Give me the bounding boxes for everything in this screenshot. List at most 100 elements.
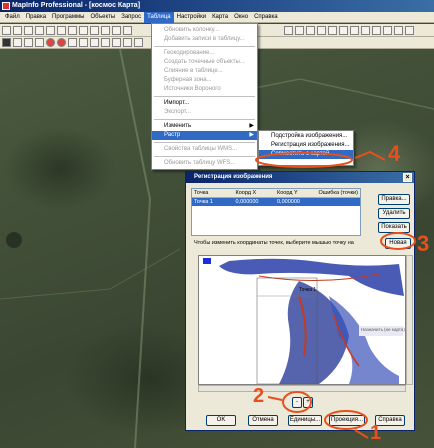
menu-edit[interactable]: Правка <box>23 12 49 23</box>
grabber-icon[interactable] <box>339 25 348 35</box>
menu-settings[interactable]: Настройки <box>174 12 209 23</box>
column-header-y[interactable]: Коорд Y <box>275 189 317 197</box>
arc-icon[interactable] <box>35 38 44 47</box>
menu-table[interactable]: Таблица <box>144 11 174 23</box>
menu-item-refresh-wfs[interactable]: Обновить таблицу WFS... <box>152 159 257 168</box>
window-title: MapInfo Professional - [космос Карта] <box>12 2 141 9</box>
delete-button[interactable]: Удалить <box>378 208 410 219</box>
map-icon[interactable] <box>101 25 110 35</box>
add-node-icon[interactable] <box>134 38 143 47</box>
paste-icon[interactable] <box>68 25 77 35</box>
menu-item-append-rows[interactable]: Добавить записи в таблицу... <box>152 35 257 44</box>
reshape-icon[interactable] <box>123 38 132 47</box>
menu-map[interactable]: Карта <box>209 12 231 23</box>
polygon-icon[interactable] <box>68 38 77 47</box>
save-icon[interactable] <box>24 25 33 35</box>
cut-icon[interactable] <box>46 25 55 35</box>
new-icon[interactable] <box>2 25 11 35</box>
cell-error <box>317 198 360 206</box>
zoom-in-icon[interactable] <box>306 25 315 35</box>
menu-separator <box>154 119 255 120</box>
target-icon[interactable] <box>57 38 66 47</box>
polyline-icon[interactable] <box>24 38 33 47</box>
menu-item-update-column[interactable]: Обновить колонку... <box>152 26 257 35</box>
line-icon[interactable] <box>13 38 22 47</box>
menu-separator <box>154 142 255 143</box>
zoom-out-icon[interactable] <box>317 25 326 35</box>
menu-item-maintenance[interactable]: Изменить ▶ <box>152 122 257 131</box>
show-button[interactable]: Показать <box>378 222 410 233</box>
ok-button[interactable]: OK <box>206 415 236 426</box>
menu-item-adjust-image[interactable]: Подстройка изображения... <box>259 132 353 141</box>
menu-item-combine[interactable]: Слияние в таблице... <box>152 67 257 76</box>
menu-separator <box>154 96 255 97</box>
menu-query[interactable]: Запрос <box>118 12 144 23</box>
image-preview[interactable]: Точка 1 Назначить (не карта) <box>198 255 406 385</box>
cancel-button[interactable]: Отмена <box>248 415 278 426</box>
close-icon[interactable]: × <box>403 173 412 182</box>
menu-item-register-image[interactable]: Регистрация изображения... <box>259 141 353 150</box>
table-row[interactable]: Точка 1 0,000000 0,000000 <box>192 198 360 206</box>
image-horizontal-scrollbar[interactable] <box>198 385 406 392</box>
copy-icon[interactable] <box>57 25 66 35</box>
zoom-out-button[interactable]: - <box>292 397 302 408</box>
statistics-icon[interactable] <box>405 25 414 35</box>
menu-window[interactable]: Окно <box>231 12 251 23</box>
symbol-icon[interactable] <box>2 38 11 47</box>
annotation-number-1: 1 <box>370 422 382 444</box>
menu-item-align-with-map[interactable]: Совместить с картой <box>259 150 353 159</box>
marquee-icon[interactable] <box>295 25 304 35</box>
submenu-arrow-icon: ▶ <box>249 123 254 129</box>
menu-item-create-points[interactable]: Создать точечные объекты... <box>152 58 257 67</box>
menu-item-buffer[interactable]: Буферная зона... <box>152 76 257 85</box>
ellipse-icon[interactable] <box>79 38 88 47</box>
text-icon[interactable] <box>101 38 110 47</box>
instruction-text: Чтобы изменить координаты точек, выберит… <box>194 240 354 246</box>
graph-icon[interactable] <box>112 25 121 35</box>
app-title-bar: MapInfo Professional - [космос Карта] <box>0 0 434 12</box>
label-icon[interactable] <box>361 25 370 35</box>
undo-icon[interactable] <box>79 25 88 35</box>
dialog-title-bar: Регистрация изображения × <box>186 172 414 183</box>
menu-item-voronoi[interactable]: Источники Вороного <box>152 85 257 94</box>
menu-item-import[interactable]: Импорт... <box>152 99 257 108</box>
print-icon[interactable] <box>35 25 44 35</box>
menu-file[interactable]: Файл <box>2 12 23 23</box>
edit-button[interactable]: Правка... <box>378 194 410 205</box>
menu-programs[interactable]: Программы <box>49 12 87 23</box>
app-icon <box>2 2 10 10</box>
table-menu: Обновить колонку... Добавить записи в та… <box>151 23 258 170</box>
frame-icon[interactable] <box>112 38 121 47</box>
column-header-error[interactable]: Ошибка (точки) <box>317 189 360 197</box>
menu-item-wms-properties[interactable]: Свойства таблицы WMS... <box>152 145 257 154</box>
menu-item-geocode[interactable]: Геокодирование... <box>152 49 257 58</box>
projection-button[interactable]: Проекция... <box>329 415 365 426</box>
point-icon[interactable] <box>46 38 55 47</box>
table-icon[interactable] <box>90 25 99 35</box>
menu-help[interactable]: Справка <box>251 12 281 23</box>
open-icon[interactable] <box>13 25 22 35</box>
annotation-number-4: 4 <box>388 141 401 166</box>
menu-item-raster[interactable]: Растр ▶ <box>152 131 257 140</box>
rectangle-icon[interactable] <box>90 38 99 47</box>
raster-submenu: Подстройка изображения... Регистрация из… <box>258 130 354 166</box>
image-registration-dialog: Регистрация изображения × Точка Коорд X … <box>185 171 415 431</box>
legend-icon[interactable] <box>394 25 403 35</box>
info-icon[interactable] <box>350 25 359 35</box>
layer-control-icon[interactable] <box>372 25 381 35</box>
select-icon[interactable] <box>284 25 293 35</box>
new-point-button[interactable]: Новая <box>385 238 411 249</box>
ruler-icon[interactable] <box>383 25 392 35</box>
units-button[interactable]: Единицы... <box>288 415 322 426</box>
menu-separator <box>154 156 255 157</box>
annotation-number-3: 3 <box>417 231 430 256</box>
menu-item-export[interactable]: Экспорт... <box>152 108 257 117</box>
column-header-x[interactable]: Коорд X <box>234 189 276 197</box>
zoom-in-button[interactable]: + <box>303 397 313 408</box>
change-view-icon[interactable] <box>328 25 337 35</box>
column-header-point[interactable]: Точка <box>192 189 234 197</box>
image-vertical-scrollbar[interactable] <box>406 255 413 385</box>
menu-separator <box>154 46 255 47</box>
menu-objects[interactable]: Объекты <box>87 12 118 23</box>
layout-icon[interactable] <box>123 25 132 35</box>
